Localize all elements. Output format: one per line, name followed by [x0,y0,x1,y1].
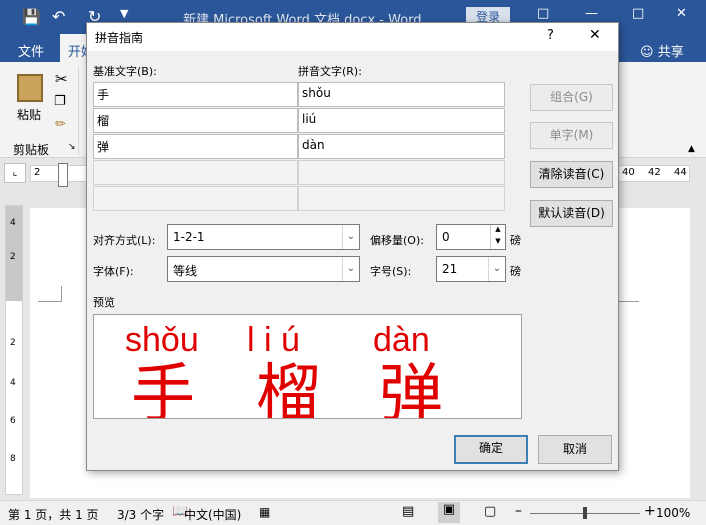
paste-icon[interactable] [17,74,43,102]
close-icon[interactable]: ✕ [589,27,601,43]
font-value: 等线 [173,264,198,278]
ruler-number: 40 [622,167,635,178]
alignment-label: 对齐方式(L): [93,234,156,247]
dialog-launcher-icon[interactable]: ↘ [68,142,76,152]
maximize-icon[interactable]: □ [632,6,644,21]
close-window-icon[interactable]: ✕ [676,6,687,21]
preview-pinyin: shǒu [125,321,199,359]
tab-file[interactable]: 文件 [18,41,44,60]
format-painter-icon[interactable]: ✏ [55,117,66,132]
help-button[interactable]: ? [547,28,554,43]
ok-button[interactable]: 确定 [454,435,528,464]
share-label: 共享 [657,45,684,60]
dialog-titlebar: 拼音指南 ? ✕ [87,23,618,51]
clipboard-group-label: 剪贴板 [13,143,50,157]
default-reading-button[interactable]: 默认读音(D) [530,200,613,227]
tab-selector[interactable]: ⌞ [4,163,26,183]
pinyin-text-field [298,186,505,211]
collapse-ribbon-icon[interactable]: ▲ [688,144,695,154]
person-icon: ☺ [640,45,654,60]
ribbon-divider [78,67,79,155]
chevron-down-icon[interactable]: ⌄ [342,225,359,249]
single-char-button[interactable]: 单字(M) [530,122,613,149]
size-unit: 磅 [510,265,521,278]
preview-char: 弹 [379,358,443,419]
stepper-up-icon[interactable]: ▲ [490,225,505,237]
size-select[interactable]: 21 ⌄ [436,256,506,282]
offset-stepper[interactable]: 0 ▲ ▼ [436,224,506,250]
ribbon-options-icon[interactable]: □ [537,6,549,21]
status-bar: 第 1 页，共 1 页 3/3 个字 📖 中文(中国) ▦ ▤ ▣ ▢ – + … [0,500,706,525]
phonetic-guide-dialog: 拼音指南 ? ✕ 基准文字(B): 拼音文字(R): 手 shǒu 榴 liú … [86,22,619,471]
preview-pinyin: l i ú [247,321,300,359]
preview-pinyin: dàn [373,321,430,359]
cut-icon[interactable]: ✂ [55,70,68,88]
base-text-field[interactable]: 弹 [93,134,298,159]
ruler-number: 2 [10,338,16,348]
paste-label[interactable]: 粘贴 [17,106,41,123]
base-text-field[interactable]: 榴 [93,108,298,133]
clear-reading-button[interactable]: 清除读音(C) [530,161,613,188]
preview-char: 手 [131,358,195,419]
base-text-label: 基准文字(B): [93,65,157,78]
ruler-number: 42 [648,167,661,178]
ruler-number: 4 [10,218,16,228]
base-text-field[interactable]: 手 [93,82,298,107]
indent-marker[interactable] [58,163,68,187]
pinyin-text-field[interactable]: dàn [298,134,505,159]
pinyin-text-field [298,160,505,185]
read-mode-icon[interactable]: ▤ [402,504,414,519]
alignment-value: 1-2-1 [173,230,205,244]
offset-unit: 磅 [510,234,521,247]
page-count[interactable]: 第 1 页，共 1 页 [8,506,99,523]
base-text-field [93,186,298,211]
language[interactable]: 中文(中国) [184,506,241,523]
share-button[interactable]: ☺ 共享 [640,41,684,60]
preview-char: 榴 [256,358,320,419]
ruler-number: 2 [34,167,41,178]
font-label: 字体(F): [93,265,134,278]
save-icon[interactable]: 💾 [22,8,41,26]
zoom-slider-thumb[interactable] [583,507,587,519]
undo-icon[interactable]: ↶ [52,7,65,26]
group-button[interactable]: 组合(G) [530,84,613,111]
minimize-icon[interactable]: — [585,6,598,21]
ruler-number: 8 [10,454,16,464]
zoom-out-icon[interactable]: – [515,503,522,519]
offset-label: 偏移量(O): [370,234,424,247]
word-count[interactable]: 3/3 个字 [117,506,164,523]
preview-box: shǒu l i ú dàn 手 榴 弹 [93,314,522,419]
alignment-select[interactable]: 1-2-1 ⌄ [167,224,360,250]
cancel-button[interactable]: 取消 [538,435,612,464]
size-value: 21 [442,262,458,276]
base-text-field [93,160,298,185]
customize-icon[interactable]: ▼ [120,7,128,20]
web-layout-icon[interactable]: ▢ [484,504,496,519]
macro-icon[interactable]: ▦ [259,505,270,519]
preview-label: 预览 [93,296,115,309]
print-layout-icon[interactable]: ▣ [438,502,460,523]
zoom-level[interactable]: 100% [656,506,690,520]
ruler-number: 4 [10,378,16,388]
copy-icon[interactable]: ❐ [54,94,66,109]
chevron-down-icon[interactable]: ⌄ [342,257,359,281]
vertical-ruler[interactable]: 4 2 2 4 6 8 [5,205,23,495]
margin-mark [38,286,62,302]
pinyin-text-field[interactable]: shǒu [298,82,505,107]
pinyin-text-label: 拼音文字(R): [298,65,362,78]
pinyin-text-field[interactable]: liú [298,108,505,133]
zoom-in-icon[interactable]: + [644,503,656,519]
size-label: 字号(S): [370,265,412,278]
chevron-down-icon[interactable]: ⌄ [488,257,505,281]
font-select[interactable]: 等线 ⌄ [167,256,360,282]
ruler-number: 44 [674,167,687,178]
ruler-number: 2 [10,252,16,262]
offset-value: 0 [442,230,450,244]
dialog-title: 拼音指南 [95,31,144,45]
stepper-down-icon[interactable]: ▼ [490,237,505,249]
ruler-number: 6 [10,416,16,426]
